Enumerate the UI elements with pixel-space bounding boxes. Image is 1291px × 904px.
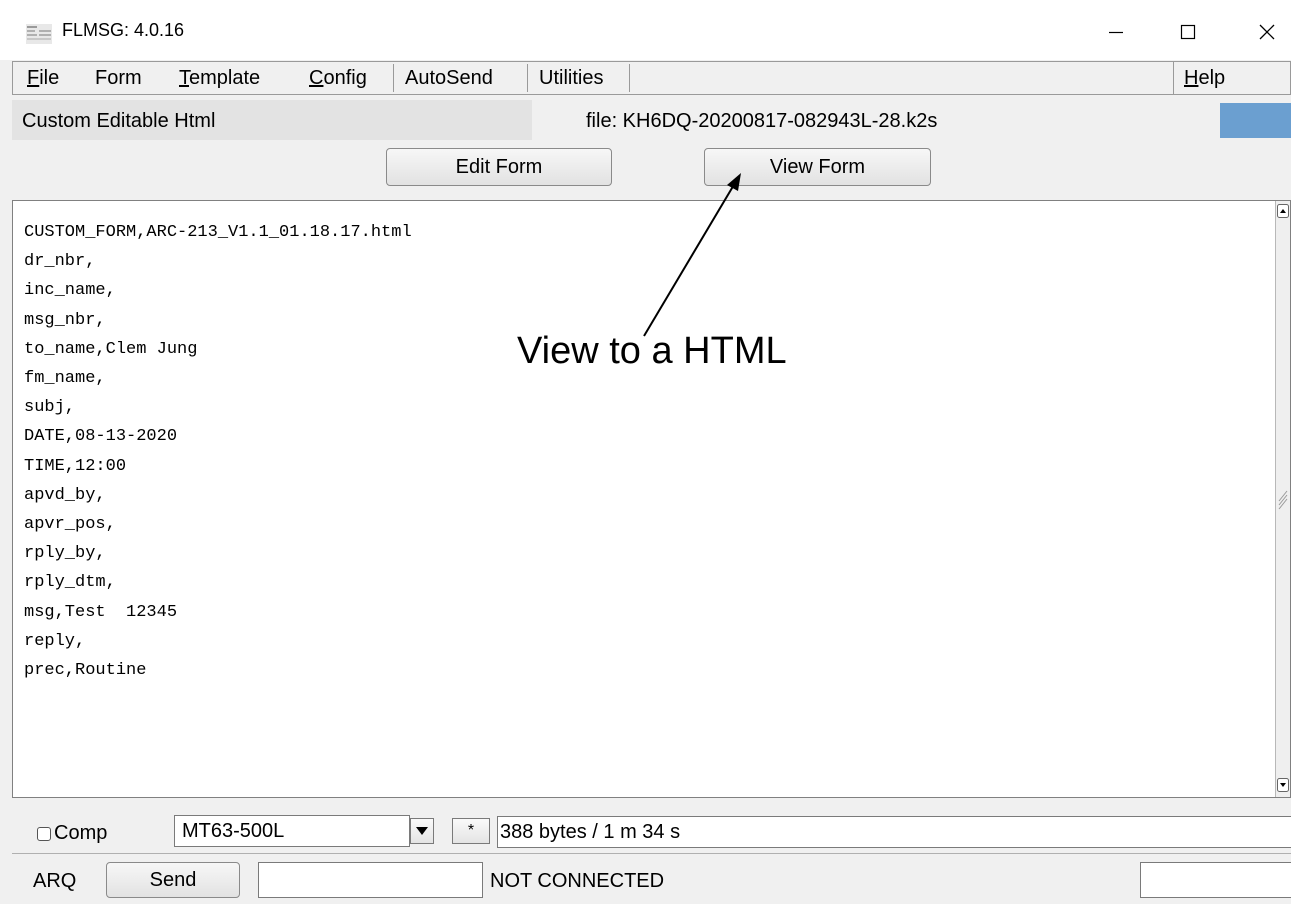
file-name-label: file: KH6DQ-20200817-082943L-28.k2s bbox=[586, 110, 938, 132]
scroll-grip-icon bbox=[1278, 490, 1288, 510]
menu-utilities[interactable]: Utilities bbox=[539, 62, 603, 94]
maximize-button[interactable] bbox=[1164, 12, 1212, 52]
mode-select[interactable]: MT63-500L bbox=[174, 815, 410, 847]
scroll-down-icon bbox=[1276, 778, 1289, 792]
menu-bar: File Form Template Config AutoSend Utili… bbox=[12, 61, 1291, 95]
connection-status: NOT CONNECTED bbox=[490, 870, 665, 892]
help-menu-area: Help bbox=[1173, 61, 1291, 95]
transfer-row: Comp MT63-500L * 388 bytes / 1 m 34 s bbox=[12, 812, 1291, 854]
scroll-up-icon bbox=[1276, 204, 1289, 218]
editor-line: rply_dtm, bbox=[24, 573, 116, 593]
minimize-button[interactable] bbox=[1092, 12, 1140, 52]
bottom-divider bbox=[12, 853, 1291, 854]
flmsg-window: FLMSG: 4.0.16 File Form Template Config … bbox=[0, 0, 1291, 904]
right-status-field bbox=[1140, 862, 1291, 898]
editor-line: msg_nbr, bbox=[24, 310, 106, 330]
menu-config[interactable]: Config bbox=[309, 62, 367, 94]
editor-line: DATE,08-13-2020 bbox=[24, 427, 178, 447]
form-type-label: Custom Editable Html bbox=[22, 110, 216, 132]
menu-file[interactable]: File bbox=[27, 62, 59, 94]
window-title: FLMSG: 4.0.16 bbox=[62, 20, 185, 40]
editor-content: CUSTOM_FORM,ARC-213_V1.1_01.18.17.htmldr… bbox=[24, 218, 412, 685]
editor-line: msg,Test 12345 bbox=[24, 602, 178, 622]
status-indicator bbox=[1220, 103, 1291, 138]
menu-separator bbox=[527, 64, 528, 92]
arq-row: ARQ Send NOT CONNECTED bbox=[12, 858, 1291, 904]
editor-line: inc_name, bbox=[24, 281, 116, 301]
chevron-down-icon bbox=[416, 827, 428, 835]
send-button[interactable]: Send bbox=[106, 862, 240, 898]
annotation-label: View to a HTML bbox=[517, 330, 787, 372]
close-button[interactable] bbox=[1243, 12, 1291, 52]
close-icon bbox=[1259, 24, 1275, 40]
info-row: Custom Editable Html file: KH6DQ-2020081… bbox=[12, 100, 1291, 140]
editor-line: reply, bbox=[24, 631, 86, 651]
editor-line: prec,Routine bbox=[24, 661, 147, 681]
app-icon bbox=[26, 24, 52, 44]
menu-separator bbox=[393, 64, 394, 92]
minimize-icon bbox=[1109, 31, 1123, 34]
maximize-icon bbox=[1180, 24, 1196, 40]
menu-separator bbox=[629, 64, 630, 92]
transfer-info-text: 388 bytes / 1 m 34 s bbox=[500, 821, 681, 843]
menu-form[interactable]: Form bbox=[95, 62, 142, 94]
mode-dropdown-button[interactable] bbox=[410, 818, 434, 844]
menu-template[interactable]: Template bbox=[179, 62, 260, 94]
editor-line: apvd_by, bbox=[24, 485, 106, 505]
title-bar[interactable]: FLMSG: 4.0.16 bbox=[0, 0, 1291, 60]
editor-line: to_name,Clem Jung bbox=[24, 339, 198, 359]
editor-line: subj, bbox=[24, 398, 76, 418]
editor-line: rply_by, bbox=[24, 544, 106, 564]
send-field[interactable] bbox=[258, 862, 483, 898]
view-form-button[interactable]: View Form bbox=[704, 148, 931, 186]
form-text-editor[interactable]: CUSTOM_FORM,ARC-213_V1.1_01.18.17.htmldr… bbox=[12, 200, 1291, 798]
menu-help[interactable]: Help bbox=[1184, 62, 1225, 94]
comp-label: Comp bbox=[54, 822, 108, 844]
editor-line: CUSTOM_FORM,ARC-213_V1.1_01.18.17.html bbox=[24, 223, 412, 242]
transfer-info-field: 388 bytes / 1 m 34 s bbox=[497, 816, 1291, 848]
comp-checkbox[interactable] bbox=[37, 827, 51, 841]
vertical-scrollbar[interactable] bbox=[1275, 201, 1290, 797]
star-button[interactable]: * bbox=[452, 818, 490, 844]
arq-label: ARQ bbox=[33, 870, 77, 892]
editor-line: apvr_pos, bbox=[24, 515, 116, 535]
scroll-down-button[interactable] bbox=[1276, 777, 1289, 793]
editor-line: fm_name, bbox=[24, 369, 106, 389]
mode-value: MT63-500L bbox=[182, 820, 285, 842]
editor-line: TIME,12:00 bbox=[24, 456, 127, 476]
scroll-up-button[interactable] bbox=[1276, 203, 1289, 219]
editor-line: dr_nbr, bbox=[24, 252, 96, 272]
edit-form-button[interactable]: Edit Form bbox=[386, 148, 612, 186]
menu-autosend[interactable]: AutoSend bbox=[405, 62, 493, 94]
